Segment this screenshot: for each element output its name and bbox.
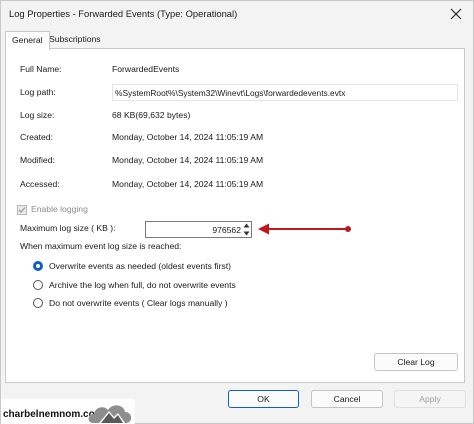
clear-log-button[interactable]: Clear Log [374,353,458,371]
full-name-value: ForwardedEvents [112,64,180,74]
spin-down-icon[interactable] [243,231,250,236]
radio-overwrite-label: Overwrite events as needed (oldest event… [49,261,231,271]
accessed-label: Accessed: [20,179,60,189]
created-value: Monday, October 14, 2024 11:05:19 AM [112,132,264,142]
log-properties-dialog: Log Properties - Forwarded Events (Type:… [0,0,474,424]
created-label: Created: [20,132,53,142]
log-size-value: 68 KB(69,632 bytes) [112,110,191,120]
window-title: Log Properties - Forwarded Events (Type:… [9,8,238,19]
spin-up-icon[interactable] [243,223,250,228]
radio-archive-label: Archive the log when full, do not overwr… [49,280,236,290]
title-bar: Log Properties - Forwarded Events (Type:… [1,1,473,27]
tab-subscriptions[interactable]: Subscriptions [43,31,107,49]
modified-value: Monday, October 14, 2024 11:05:19 AM [112,155,264,165]
max-log-size-spinner[interactable]: 976562 [145,221,252,238]
ok-button[interactable]: OK [228,390,299,408]
when-max-reached-label: When maximum event log size is reached: [20,241,182,251]
apply-button[interactable]: Apply [394,390,466,408]
general-panel: Full Name: ForwardedEvents Log path: %Sy… [5,48,465,383]
accessed-value: Monday, October 14, 2024 11:05:19 AM [112,179,264,189]
cancel-button[interactable]: Cancel [311,390,383,408]
max-log-size-value: 976562 [212,225,241,235]
log-path-field[interactable]: %SystemRoot%\System32\Winevt\Logs\forwar… [112,84,458,101]
full-name-label: Full Name: [20,64,62,74]
cloud-mountain-logo-icon [88,405,132,423]
enable-logging-label: Enable logging [31,204,88,214]
log-path-label: Log path: [20,87,56,97]
radio-unselected-icon[interactable] [33,298,43,308]
modified-label: Modified: [20,155,55,165]
tab-strip: General Subscriptions [3,31,473,50]
checkmark-icon [18,207,26,213]
close-icon [450,8,462,20]
annotation-arrow-icon [258,223,351,235]
watermark: charbelnemnom.com [1,399,135,424]
radio-selected-icon[interactable] [33,261,43,271]
max-log-size-label: Maximum log size ( KB ): [20,223,116,233]
enable-logging-checkbox[interactable] [17,205,27,215]
tab-general[interactable]: General [5,31,50,50]
log-size-label: Log size: [20,110,55,120]
spinner-arrows[interactable] [242,223,250,236]
close-button[interactable] [441,2,471,26]
radio-unselected-icon[interactable] [33,280,43,290]
radio-do-not-overwrite-label: Do not overwrite events ( Clear logs man… [49,298,228,308]
